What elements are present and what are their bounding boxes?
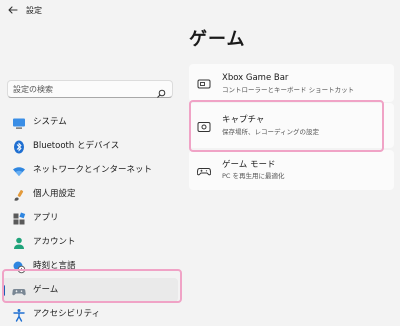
accessibility-icon bbox=[12, 307, 26, 322]
sidebar-item-time-language[interactable]: 時刻と言語 bbox=[2, 254, 178, 278]
capture-icon bbox=[197, 119, 211, 133]
search-icon[interactable] bbox=[156, 84, 166, 98]
xbox-bar-icon bbox=[197, 76, 211, 90]
person-icon bbox=[12, 235, 26, 249]
search-input[interactable] bbox=[13, 83, 153, 95]
sidebar-item-label: ゲーム bbox=[33, 285, 59, 295]
sidebar-item-personalization[interactable]: 個人用設定 bbox=[2, 182, 178, 206]
card-title: Xbox Game Bar bbox=[222, 73, 289, 83]
back-arrow-icon[interactable] bbox=[6, 4, 20, 18]
gamepad-icon bbox=[12, 283, 26, 297]
app-title: 設定 bbox=[26, 6, 42, 15]
card-capture[interactable]: キャプチャ 保存場所、レコーディングの設定 bbox=[189, 103, 394, 148]
card-xbox-game-bar[interactable]: Xbox Game Bar コントローラーとキーボード ショートカット bbox=[189, 64, 394, 102]
card-subtitle: 保存場所、レコーディングの設定 bbox=[222, 128, 320, 136]
card-subtitle: コントローラーとキーボード ショートカット bbox=[222, 86, 355, 94]
card-title: キャプチャ bbox=[222, 115, 265, 125]
sidebar-item-label: 個人用設定 bbox=[33, 189, 76, 199]
settings-search-box[interactable] bbox=[7, 80, 173, 98]
selected-indicator bbox=[2, 285, 5, 296]
card-game-mode[interactable]: ゲーム モード PC を再生用に最適化 bbox=[189, 150, 394, 190]
sidebar-item-network[interactable]: ネットワークとインターネット bbox=[2, 158, 178, 182]
sidebar-item-apps[interactable]: アプリ bbox=[2, 206, 178, 230]
game-mode-icon bbox=[196, 163, 212, 177]
sidebar-item-system[interactable]: システム bbox=[2, 110, 178, 134]
sidebar-item-label: システム bbox=[33, 117, 67, 127]
brush-icon bbox=[12, 187, 26, 201]
sidebar-item-gaming[interactable]: ゲーム bbox=[2, 278, 178, 302]
card-title: ゲーム モード bbox=[222, 160, 276, 170]
sidebar-item-accessibility[interactable]: アクセシビリティ bbox=[2, 302, 178, 326]
sidebar-item-label: アクセシビリティ bbox=[33, 309, 101, 319]
sidebar-item-label: アカウント bbox=[33, 237, 76, 247]
sidebar-item-bluetooth[interactable]: Bluetooth とデバイス bbox=[2, 134, 178, 158]
apps-icon bbox=[12, 211, 26, 225]
globe-clock-icon bbox=[12, 259, 26, 274]
title-bar: 設定 bbox=[0, 0, 400, 22]
bluetooth-icon bbox=[12, 139, 26, 154]
card-subtitle: PC を再生用に最適化 bbox=[222, 172, 285, 180]
sidebar-item-accounts[interactable]: アカウント bbox=[2, 230, 178, 254]
sidebar-item-label: Bluetooth とデバイス bbox=[33, 141, 120, 151]
page-title: ゲーム bbox=[189, 29, 246, 50]
sidebar-item-label: 時刻と言語 bbox=[33, 261, 76, 271]
wifi-icon bbox=[12, 163, 26, 177]
sidebar-item-label: ネットワークとインターネット bbox=[33, 165, 153, 175]
sidebar-item-label: アプリ bbox=[33, 213, 59, 223]
monitor-icon bbox=[12, 115, 26, 129]
